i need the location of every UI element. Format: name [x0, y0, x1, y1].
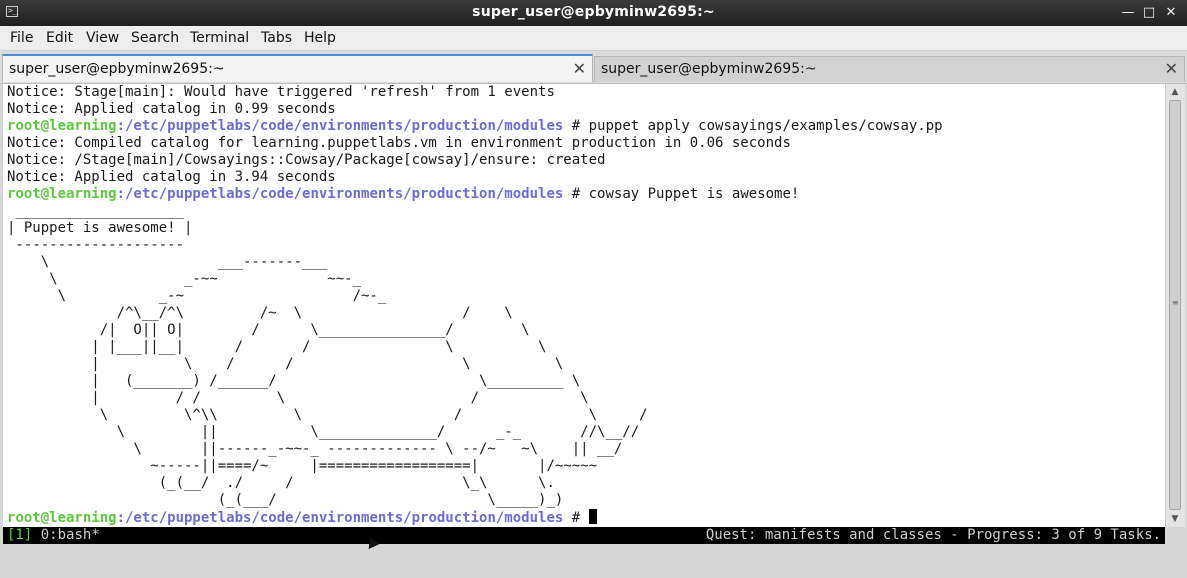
output-line: Notice: Applied catalog in 0.99 seconds [7, 101, 336, 117]
prompt-command: # puppet apply cowsayings/examples/cowsa… [563, 118, 943, 134]
output-line: \ ___-------___ [7, 254, 328, 270]
text-cursor [588, 509, 597, 524]
prompt-path: :/etc/puppetlabs/code/environments/produ… [116, 118, 564, 134]
minimize-button[interactable]: — [1119, 4, 1137, 22]
scrollbar[interactable]: ▲ ≡ ▼ [1165, 84, 1185, 527]
output-line: -------------------- [7, 237, 185, 253]
window-bottom-border [0, 544, 1187, 552]
menu-view[interactable]: View [86, 30, 119, 46]
grip-icon: ≡ [1172, 298, 1179, 307]
menu-edit[interactable]: Edit [46, 30, 73, 46]
output-line: (_(___/ \_____)_) [7, 492, 564, 508]
close-button[interactable]: ✕ [1162, 4, 1180, 22]
tab-2-label: super_user@epbyminw2695:~ [601, 61, 817, 77]
output-line: | / / \ / \ [7, 390, 589, 406]
prompt-user: root@learning [7, 510, 117, 526]
output-line: \ \^\\ \ / \ / [7, 407, 648, 423]
menu-terminal[interactable]: Terminal [190, 30, 249, 46]
scroll-thumb[interactable]: ≡ [1169, 100, 1181, 510]
window-title: super_user@epbyminw2695:~ [472, 4, 715, 20]
menu-search[interactable]: Search [131, 30, 179, 46]
tmux-status-bar: [1] 0:bash* Quest: manifests and classes… [3, 527, 1165, 544]
menu-file[interactable]: File [10, 30, 33, 46]
scroll-up-icon[interactable]: ▲ [1169, 86, 1181, 98]
status-window-index: [1] [7, 527, 33, 543]
terminal-output[interactable]: Notice: Stage[main]: Would have triggere… [3, 84, 1165, 527]
output-line: \ || \______________/ _-_ //\__// [7, 424, 640, 440]
tab-1-close-icon[interactable]: ✕ [573, 59, 586, 78]
prompt-path: :/etc/puppetlabs/code/environments/produ… [116, 510, 564, 526]
scroll-down-icon[interactable]: ▼ [1169, 513, 1181, 525]
menu-bar: File Edit View Search Terminal Tabs Help [0, 26, 1187, 51]
prompt-command: # cowsay Puppet is awesome! [563, 186, 800, 202]
output-line: | |___||__| / / \ \ [7, 339, 547, 355]
output-line: \ _-~ /~-_ [7, 288, 387, 304]
output-line: /| O|| O| / \_______________/ \ [7, 322, 530, 338]
prompt-line: root@learning:/etc/puppetlabs/code/envir… [7, 509, 597, 526]
prompt-user: root@learning [7, 186, 117, 202]
menu-help[interactable]: Help [304, 30, 336, 46]
output-line: Notice: /Stage[main]/Cowsayings::Cowsay/… [7, 152, 606, 168]
output-line: ____________________ [7, 203, 185, 219]
output-line: | Puppet is awesome! | [7, 220, 193, 236]
output-line: | \ / / \ \ [7, 356, 564, 372]
output-line: \ ||------_-~~-_ ------------- \ --/~ ~\… [7, 441, 623, 457]
prompt-command: # [563, 510, 589, 526]
output-line: ~-----||====/~ |==================| |/~~… [7, 458, 598, 474]
status-window-name[interactable]: 0:bash* [32, 527, 100, 543]
menu-tabs[interactable]: Tabs [261, 30, 292, 46]
terminal-text: Notice: Stage[main]: Would have triggere… [3, 84, 1165, 527]
prompt-line: root@learning:/etc/puppetlabs/code/envir… [7, 118, 943, 134]
status-left: [1] 0:bash* [7, 527, 100, 544]
output-line: (_(__/ ./ / \_\ \. [7, 475, 555, 491]
status-quest-progress: Quest: manifests and classes - Progress:… [705, 527, 1161, 543]
output-line: \ _-~~ ~~-_ [7, 271, 362, 287]
tab-1-label: super_user@epbyminw2695:~ [9, 61, 225, 77]
output-line: Notice: Stage[main]: Would have triggere… [7, 84, 555, 100]
tab-2-close-icon[interactable]: ✕ [1165, 59, 1178, 78]
prompt-user: root@learning [7, 118, 117, 134]
prompt-line: root@learning:/etc/puppetlabs/code/envir… [7, 186, 799, 202]
tab-bar: super_user@epbyminw2695:~ ✕ super_user@e… [0, 51, 1187, 84]
output-line: /^\__/^\ /~ \ / \ [7, 305, 513, 321]
prompt-path: :/etc/puppetlabs/code/environments/produ… [116, 186, 564, 202]
maximize-button[interactable]: □ [1140, 4, 1158, 22]
title-bar: >_ super_user@epbyminw2695:~ — □ ✕ [0, 0, 1187, 26]
output-line: Notice: Compiled catalog for learning.pu… [7, 135, 791, 151]
output-line: Notice: Applied catalog in 3.94 seconds [7, 169, 336, 185]
output-line: | (_______) /______/ \_________ \ [7, 373, 581, 389]
tab-2[interactable]: super_user@epbyminw2695:~ ✕ [594, 56, 1185, 82]
tab-1[interactable]: super_user@epbyminw2695:~ ✕ [2, 54, 593, 82]
